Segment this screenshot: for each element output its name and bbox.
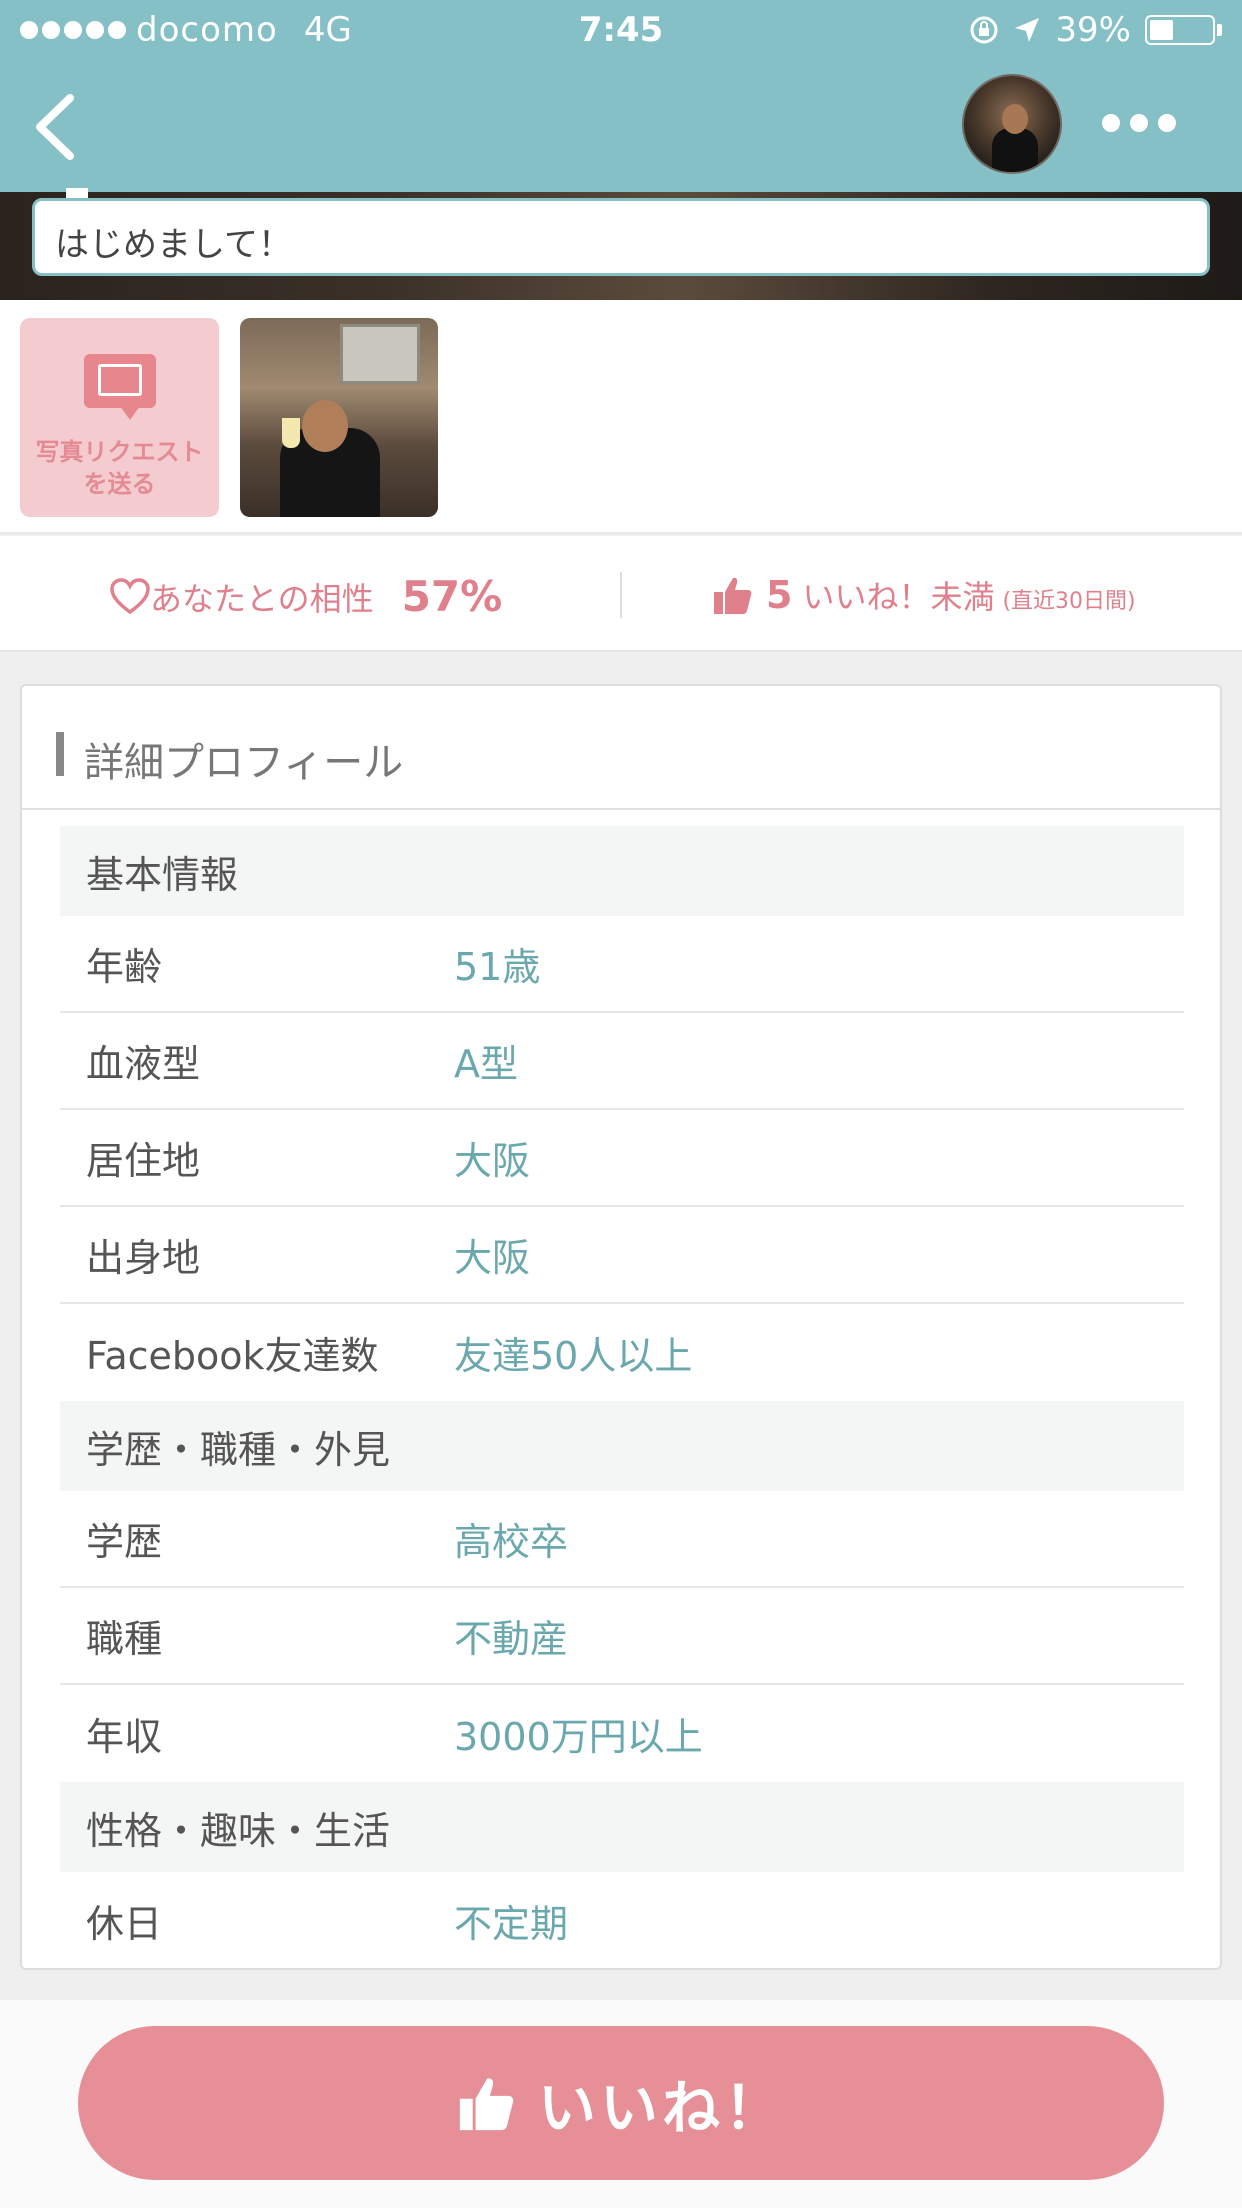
profile-row-facebook-friends: Facebook友達数 友達50人以上 [86, 1334, 693, 1378]
back-button[interactable] [30, 92, 90, 162]
like-count-number: 5 [766, 573, 793, 617]
profile-row-blood-type: 血液型 A型 [60, 1013, 1184, 1110]
detail-profile-title: 詳細プロフィール [84, 740, 404, 786]
message-text: はじめまして！ [55, 225, 292, 265]
location-icon [1015, 18, 1040, 42]
header: docomo 4G 7:45 39% [0, 0, 1242, 192]
photo-request-button[interactable]: 写真リクエスト を送る [20, 318, 219, 517]
thumbs-up-icon [714, 577, 752, 614]
photos-section: 写真リクエスト を送る [0, 300, 1242, 534]
compatibility-percent: 57% [401, 572, 503, 621]
photo-request-icon [84, 354, 156, 408]
profile-row-age: 年齢 51歳 [60, 916, 1184, 1013]
compatibility: あなたとの相性 57% [110, 572, 502, 621]
section-header-education-job: 学歴・職種・外見 [60, 1401, 1184, 1491]
more-dot [1158, 114, 1176, 132]
status-bar-right: 39% [969, 10, 1222, 50]
profile-row-occupation: 職種 不動産 [60, 1588, 1184, 1685]
rotation-lock-icon [970, 16, 998, 44]
profile-photo-thumbnail[interactable] [240, 318, 438, 517]
more-dot [1130, 114, 1148, 132]
battery-percent: 39% [1055, 10, 1131, 50]
like-button[interactable]: いいね！ [78, 2026, 1164, 2180]
heart-icon [110, 577, 150, 614]
status-bar: docomo 4G 7:45 39% [0, 0, 1242, 60]
detail-profile-header: 詳細プロフィール [22, 686, 1220, 810]
like-count-label: いいね！未満 [802, 578, 995, 616]
like-count: 5 いいね！未満 (直近30日間) [712, 572, 1136, 618]
more-dot [1102, 114, 1120, 132]
more-options-button[interactable] [1102, 114, 1176, 132]
compatibility-label: あなたとの相性 [150, 579, 374, 618]
profile-row-income: 年収 3000万円以上 [86, 1715, 703, 1759]
message-bubble: はじめまして！ [32, 198, 1210, 276]
bottom-action-bar: いいね！ [0, 2000, 1242, 2208]
section-header-personality: 性格・趣味・生活 [60, 1782, 1184, 1872]
divider [620, 572, 622, 618]
title-accent-bar [56, 732, 64, 776]
battery-icon [1145, 15, 1215, 45]
chevron-left-icon [36, 94, 74, 160]
thumbs-up-icon [459, 2078, 514, 2131]
section-header-basic: 基本情報 [60, 826, 1184, 916]
profile-row-hometown: 出身地 大阪 [60, 1207, 1184, 1304]
like-button-label: いいね！ [537, 2076, 786, 2141]
avatar[interactable] [962, 74, 1062, 174]
profile-row-holiday: 休日 不定期 [86, 1902, 569, 1946]
detail-profile-card: 詳細プロフィール 基本情報 年齢 51歳 血液型 A型 居住地 大阪 出身地 大… [20, 684, 1222, 1970]
profile-row-education: 学歴 高校卒 [60, 1491, 1184, 1588]
compatibility-row: あなたとの相性 57% 5 いいね！未満 (直近30日間) [0, 536, 1242, 652]
battery-tip [1217, 24, 1222, 36]
like-count-period: (直近30日間) [1002, 589, 1136, 614]
profile-row-residence: 居住地 大阪 [60, 1110, 1184, 1207]
photo-request-label: 写真リクエスト を送る [35, 438, 204, 498]
profile-rows: 基本情報 年齢 51歳 血液型 A型 居住地 大阪 出身地 大阪 Faceboo… [60, 826, 1184, 1969]
